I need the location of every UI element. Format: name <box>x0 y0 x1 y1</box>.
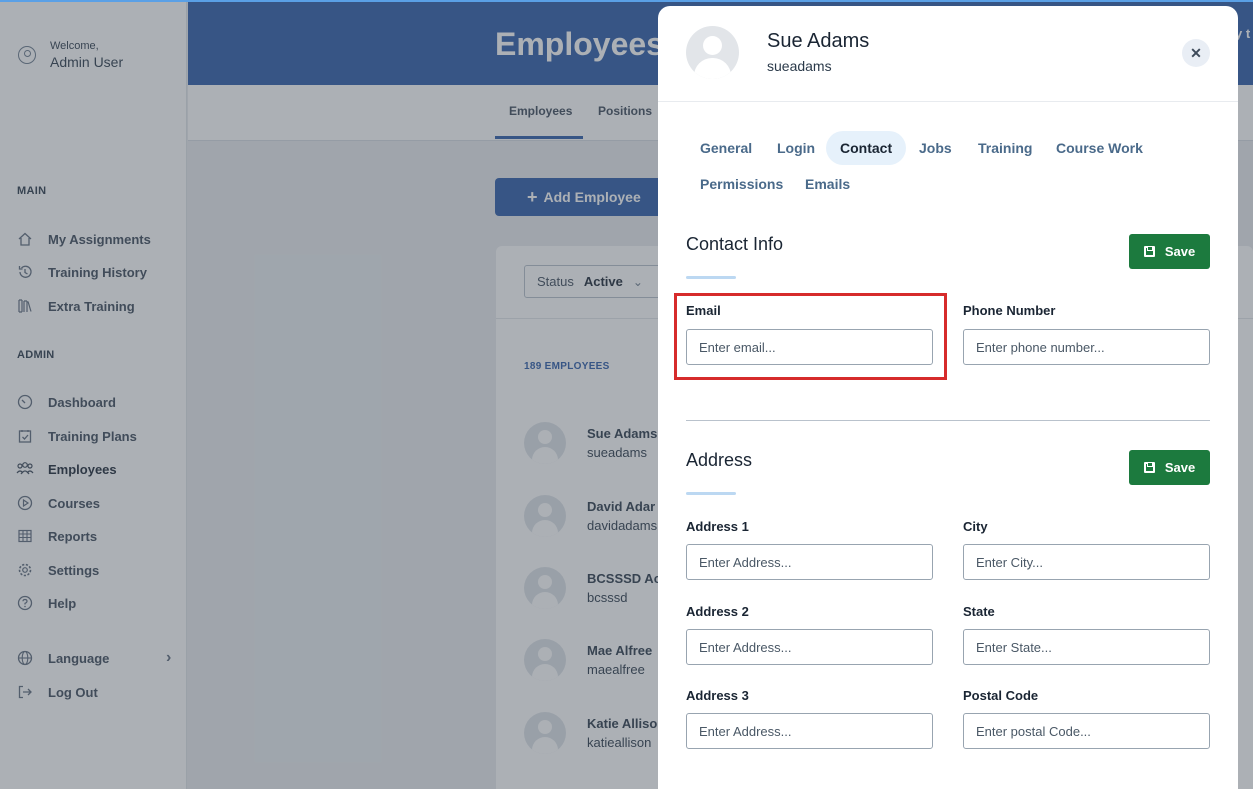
save-label: Save <box>1164 244 1196 259</box>
top-accent-line <box>0 0 1253 2</box>
heading-underline <box>686 276 736 279</box>
tab-emails[interactable]: Emails <box>805 167 850 201</box>
email-field[interactable] <box>686 329 933 365</box>
tab-training[interactable]: Training <box>978 131 1032 165</box>
city-field[interactable] <box>963 544 1210 580</box>
save-label: Save <box>1164 460 1196 475</box>
address-heading: Address <box>686 450 753 470</box>
tab-jobs[interactable]: Jobs <box>919 131 952 165</box>
save-contact-button[interactable]: Save <box>1129 234 1210 269</box>
panel-employee-username: sueadams <box>767 58 832 74</box>
save-disk-icon <box>1143 462 1155 473</box>
phone-label: Phone Number <box>963 303 1056 318</box>
close-button[interactable]: ✕ <box>1182 39 1210 67</box>
address1-field[interactable] <box>686 544 933 580</box>
city-label: City <box>963 519 988 534</box>
email-label: Email <box>686 303 721 318</box>
address3-label: Address 3 <box>686 688 749 703</box>
save-address-button[interactable]: Save <box>1129 450 1210 485</box>
employee-detail-panel: Sue Adams sueadams ✕ General Login Conta… <box>658 6 1238 789</box>
address3-field[interactable] <box>686 713 933 749</box>
tab-login[interactable]: Login <box>777 131 815 165</box>
postal-code-label: Postal Code <box>963 688 1039 703</box>
save-disk-icon <box>1143 246 1155 257</box>
panel-header: Sue Adams sueadams ✕ <box>658 6 1238 102</box>
tab-contact[interactable]: Contact <box>826 131 907 165</box>
tab-permissions[interactable]: Permissions <box>700 167 783 201</box>
section-divider <box>686 420 1210 421</box>
state-field[interactable] <box>963 629 1210 665</box>
heading-underline <box>686 492 736 495</box>
postal-code-field[interactable] <box>963 713 1210 749</box>
address2-field[interactable] <box>686 629 933 665</box>
avatar <box>686 26 739 79</box>
panel-employee-name: Sue Adams <box>767 30 870 52</box>
contact-info-heading: Contact Info <box>686 234 784 254</box>
tab-general[interactable]: General <box>700 131 752 165</box>
address2-label: Address 2 <box>686 604 749 619</box>
phone-field[interactable] <box>963 329 1210 365</box>
close-icon: ✕ <box>1190 44 1202 61</box>
address1-label: Address 1 <box>686 519 749 534</box>
tab-course-work[interactable]: Course Work <box>1056 131 1143 165</box>
state-label: State <box>963 604 995 619</box>
